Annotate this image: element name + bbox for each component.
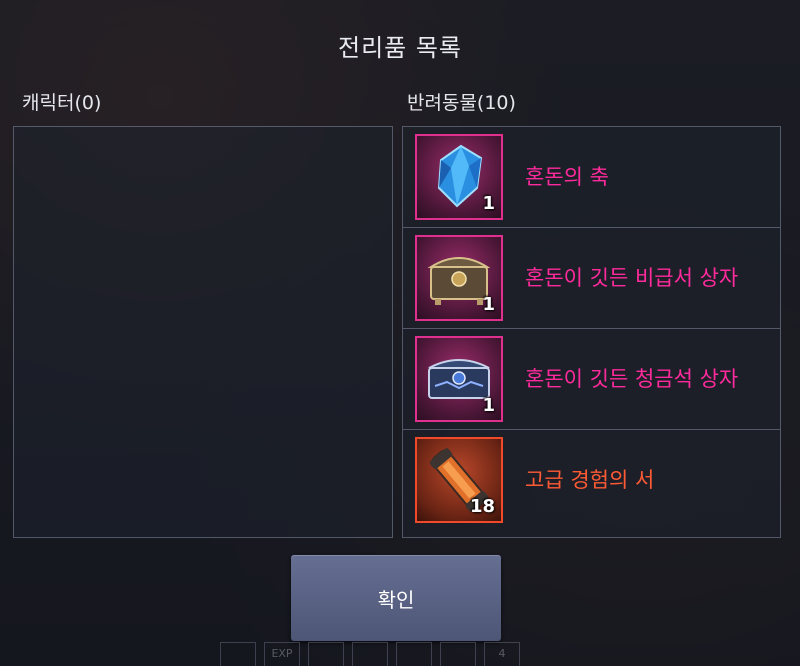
ornate-gold-chest-icon[interactable]: 1 — [415, 235, 503, 321]
blue-crystal-icon[interactable]: 1 — [415, 134, 503, 220]
scroll-icon[interactable]: 18 — [415, 437, 503, 523]
loot-item[interactable]: 1 혼돈이 깃든 비급서 상자 — [403, 228, 780, 329]
background-hud-bar: EXP 4 — [220, 640, 720, 666]
item-quantity: 18 — [469, 496, 495, 517]
loot-item[interactable]: 18 고급 경험의 서 — [403, 430, 780, 530]
loot-item[interactable]: 1 혼돈의 축 — [403, 127, 780, 228]
loot-item[interactable]: 1 혼돈이 깃든 청금석 상자 — [403, 329, 780, 430]
item-quantity: 1 — [482, 294, 495, 315]
hud-slot — [352, 642, 388, 666]
item-quantity: 1 — [482, 193, 495, 214]
character-loot-list[interactable] — [13, 126, 393, 538]
character-section-label: 캐릭터(0) — [22, 92, 102, 114]
item-quantity: 1 — [482, 395, 495, 416]
hud-slot — [308, 642, 344, 666]
exp-label: EXP — [264, 642, 300, 666]
hud-badge: 4 — [484, 642, 520, 666]
hud-slot — [220, 642, 256, 666]
pet-loot-list[interactable]: 1 혼돈의 축 1 혼돈이 깃든 비급서 상자 1 혼돈이 깃든 청금석 상자 … — [402, 126, 781, 538]
item-name: 혼돈이 깃든 비급서 상자 — [525, 266, 739, 290]
item-name: 혼돈의 축 — [525, 165, 609, 189]
item-name: 고급 경험의 서 — [525, 468, 655, 492]
confirm-button[interactable]: 확인 — [291, 555, 501, 641]
item-name: 혼돈이 깃든 청금석 상자 — [525, 367, 739, 391]
pet-section-label: 반려동물(10) — [407, 92, 516, 114]
hud-slot — [396, 642, 432, 666]
dialog-title: 전리품 목록 — [337, 34, 463, 62]
hud-slot — [440, 642, 476, 666]
ornate-blue-chest-icon[interactable]: 1 — [415, 336, 503, 422]
